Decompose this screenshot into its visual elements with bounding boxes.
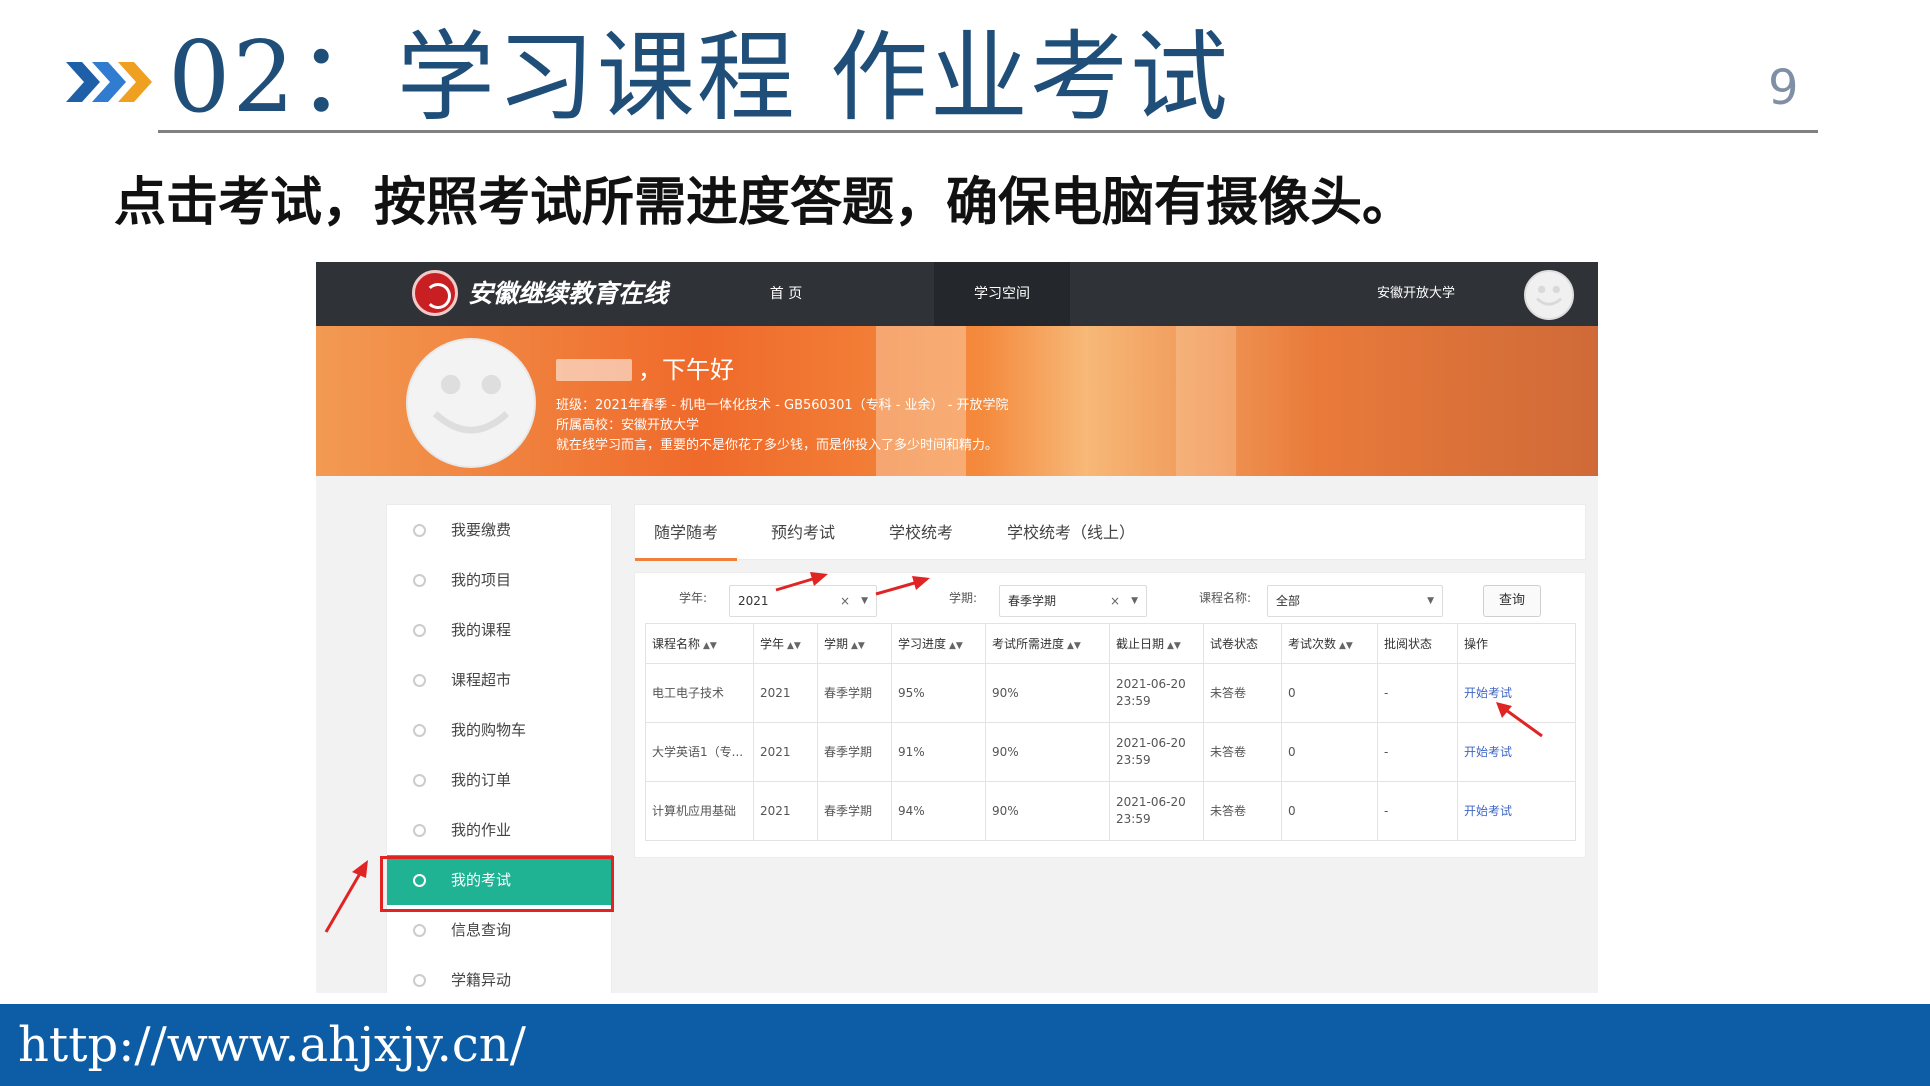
slide-title: 02：学习课程 作业考试 [168,21,1230,135]
arrow-icon [1505,708,1543,738]
app-screenshot: 安徽继续教育在线 首 页 学习空间 安徽开放大学 ，下午好 班级：2021年春季… [316,262,1598,993]
page-number: 9 [1768,60,1799,116]
arrow-icon [875,580,919,596]
footer-url[interactable]: http://www.ahjxjy.cn/ [18,1010,526,1080]
chevron-right-icon [66,62,152,102]
arrow-icon [810,572,828,586]
annotation-arrows [324,572,1543,933]
arrow-icon [1496,702,1512,718]
slide-subtitle: 点击考试，按照考试所需进度答题，确保电脑有摄像头。 [114,173,1415,233]
arrow-icon [775,576,817,592]
title-divider [158,130,1818,133]
arrow-icon [324,869,364,933]
arrow-icon [352,860,368,878]
arrow-icon [912,576,930,590]
footer-bar: http://www.ahjxjy.cn/ [0,1004,1930,1086]
